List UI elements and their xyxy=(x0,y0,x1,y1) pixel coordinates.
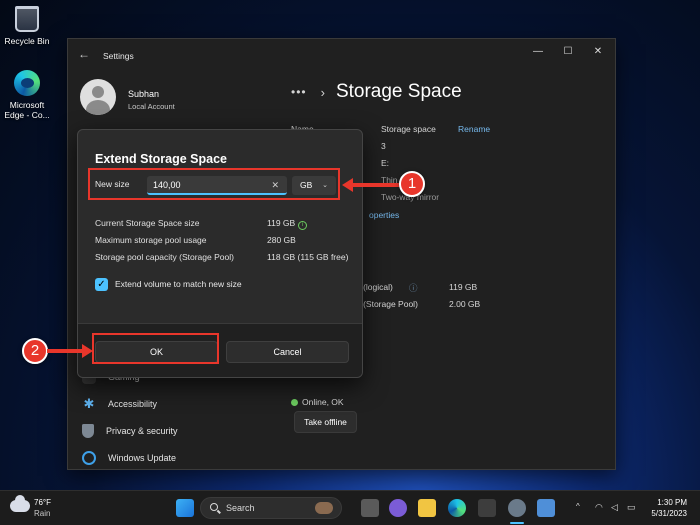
weather-temp[interactable]: 76°F xyxy=(34,498,51,507)
weather-desc[interactable]: Rain xyxy=(34,509,50,518)
accessibility-icon: ✱ xyxy=(83,396,95,411)
sidebar-item-windows-update[interactable]: Windows Update xyxy=(82,450,176,466)
breadcrumb-more[interactable]: ••• xyxy=(291,85,307,99)
pool-size-value: 2.00 GB xyxy=(449,299,481,309)
volume-icon[interactable]: ◁ xyxy=(611,502,618,513)
status-badge: Online, OK xyxy=(291,397,344,407)
task-view-icon[interactable] xyxy=(361,499,379,517)
taskbar: 76°F Rain Search ^ ◠ ◁ ▭ 1:30 PM 5/31/20… xyxy=(0,490,700,525)
highlight-ok-button xyxy=(92,333,219,364)
info-icon: ⓘ xyxy=(409,283,418,293)
windows-update-icon xyxy=(82,451,96,465)
start-icon[interactable] xyxy=(176,499,194,517)
current-size-value: 119 GB i xyxy=(267,218,308,230)
arrow-2-shaft xyxy=(47,349,83,353)
search-input[interactable]: Search xyxy=(200,497,342,519)
search-highlight-icon xyxy=(315,502,333,514)
settings-gear-icon[interactable] xyxy=(508,499,526,517)
cancel-button[interactable]: Cancel xyxy=(226,341,349,363)
highlight-new-size xyxy=(88,168,340,200)
properties-link[interactable]: operties xyxy=(369,210,399,220)
desktop-icon-label: Microsoft Edge - Co... xyxy=(4,100,50,120)
name-value: Storage space xyxy=(381,124,436,134)
clock-date[interactable]: 5/31/2023 xyxy=(643,509,687,518)
active-indicator xyxy=(510,522,524,524)
chevron-right-icon: › xyxy=(320,84,325,100)
desktop-icon-edge[interactable]: Microsoft Edge - Co... xyxy=(2,70,52,120)
dialog-title: Extend Storage Space xyxy=(95,152,227,166)
extend-volume-label: Extend volume to match new size xyxy=(115,279,242,289)
sidebar-item-accessibility[interactable]: ✱ Accessibility xyxy=(82,396,157,412)
breadcrumb: ••• › Storage Space xyxy=(291,80,462,104)
pool-size-label: d (Storage Pool) xyxy=(356,299,418,309)
status-ok-icon xyxy=(291,399,298,406)
search-icon xyxy=(210,503,218,511)
tray-overflow-icon[interactable]: ^ xyxy=(576,502,580,511)
desktop-icon-recycle-bin[interactable]: Recycle Bin xyxy=(2,6,52,46)
logical-size-value: 119 GB xyxy=(449,282,478,292)
back-arrow-icon[interactable]: ← xyxy=(78,47,90,61)
columns-value: 3 xyxy=(381,141,386,151)
shield-icon xyxy=(82,424,94,438)
max-pool-usage-value: 280 GB xyxy=(267,235,296,245)
account-type: Local Account xyxy=(128,102,175,111)
step-1-badge: 1 xyxy=(399,171,425,197)
title-bar: ← Settings — ☐ ✕ xyxy=(68,39,615,69)
take-offline-button[interactable]: Take offline xyxy=(294,411,357,433)
drive-letter-value: E: xyxy=(381,158,390,168)
recycle-bin-icon xyxy=(15,6,39,32)
step-2-badge: 2 xyxy=(22,338,48,364)
user-name: Subhan xyxy=(128,89,160,99)
desktop-icon-label: Recycle Bin xyxy=(4,36,50,46)
pool-capacity-label: Storage pool capacity (Storage Pool) xyxy=(95,252,234,262)
rename-link[interactable]: Rename xyxy=(458,124,490,134)
pool-capacity-value: 118 GB (115 GB free) xyxy=(267,252,349,262)
current-size-label: Current Storage Space size xyxy=(95,218,200,228)
wifi-icon[interactable]: ◠ xyxy=(595,502,603,513)
app-icon[interactable] xyxy=(537,499,555,517)
battery-icon[interactable]: ▭ xyxy=(627,502,636,513)
sidebar-item-privacy[interactable]: Privacy & security xyxy=(82,423,178,439)
window-title: Settings xyxy=(103,51,134,61)
store-icon[interactable] xyxy=(478,499,496,517)
rain-cloud-icon[interactable] xyxy=(10,495,30,512)
edge-icon xyxy=(14,70,40,96)
edge-taskbar-icon[interactable] xyxy=(448,499,466,517)
extend-volume-checkbox[interactable]: ✓ xyxy=(95,278,108,291)
file-explorer-icon[interactable] xyxy=(418,499,436,517)
max-pool-usage-label: Maximum storage pool usage xyxy=(95,235,207,245)
avatar[interactable] xyxy=(80,79,116,115)
clock-time[interactable]: 1:30 PM xyxy=(643,498,687,507)
info-icon: i xyxy=(298,221,308,230)
arrow-1-shaft xyxy=(352,183,400,187)
minimize-button[interactable]: — xyxy=(528,44,548,60)
teams-icon[interactable] xyxy=(389,499,407,517)
maximize-button[interactable]: ☐ xyxy=(558,44,578,60)
arrow-2-head xyxy=(82,344,93,358)
close-button[interactable]: ✕ xyxy=(588,44,608,60)
page-title: Storage Space xyxy=(335,81,462,102)
